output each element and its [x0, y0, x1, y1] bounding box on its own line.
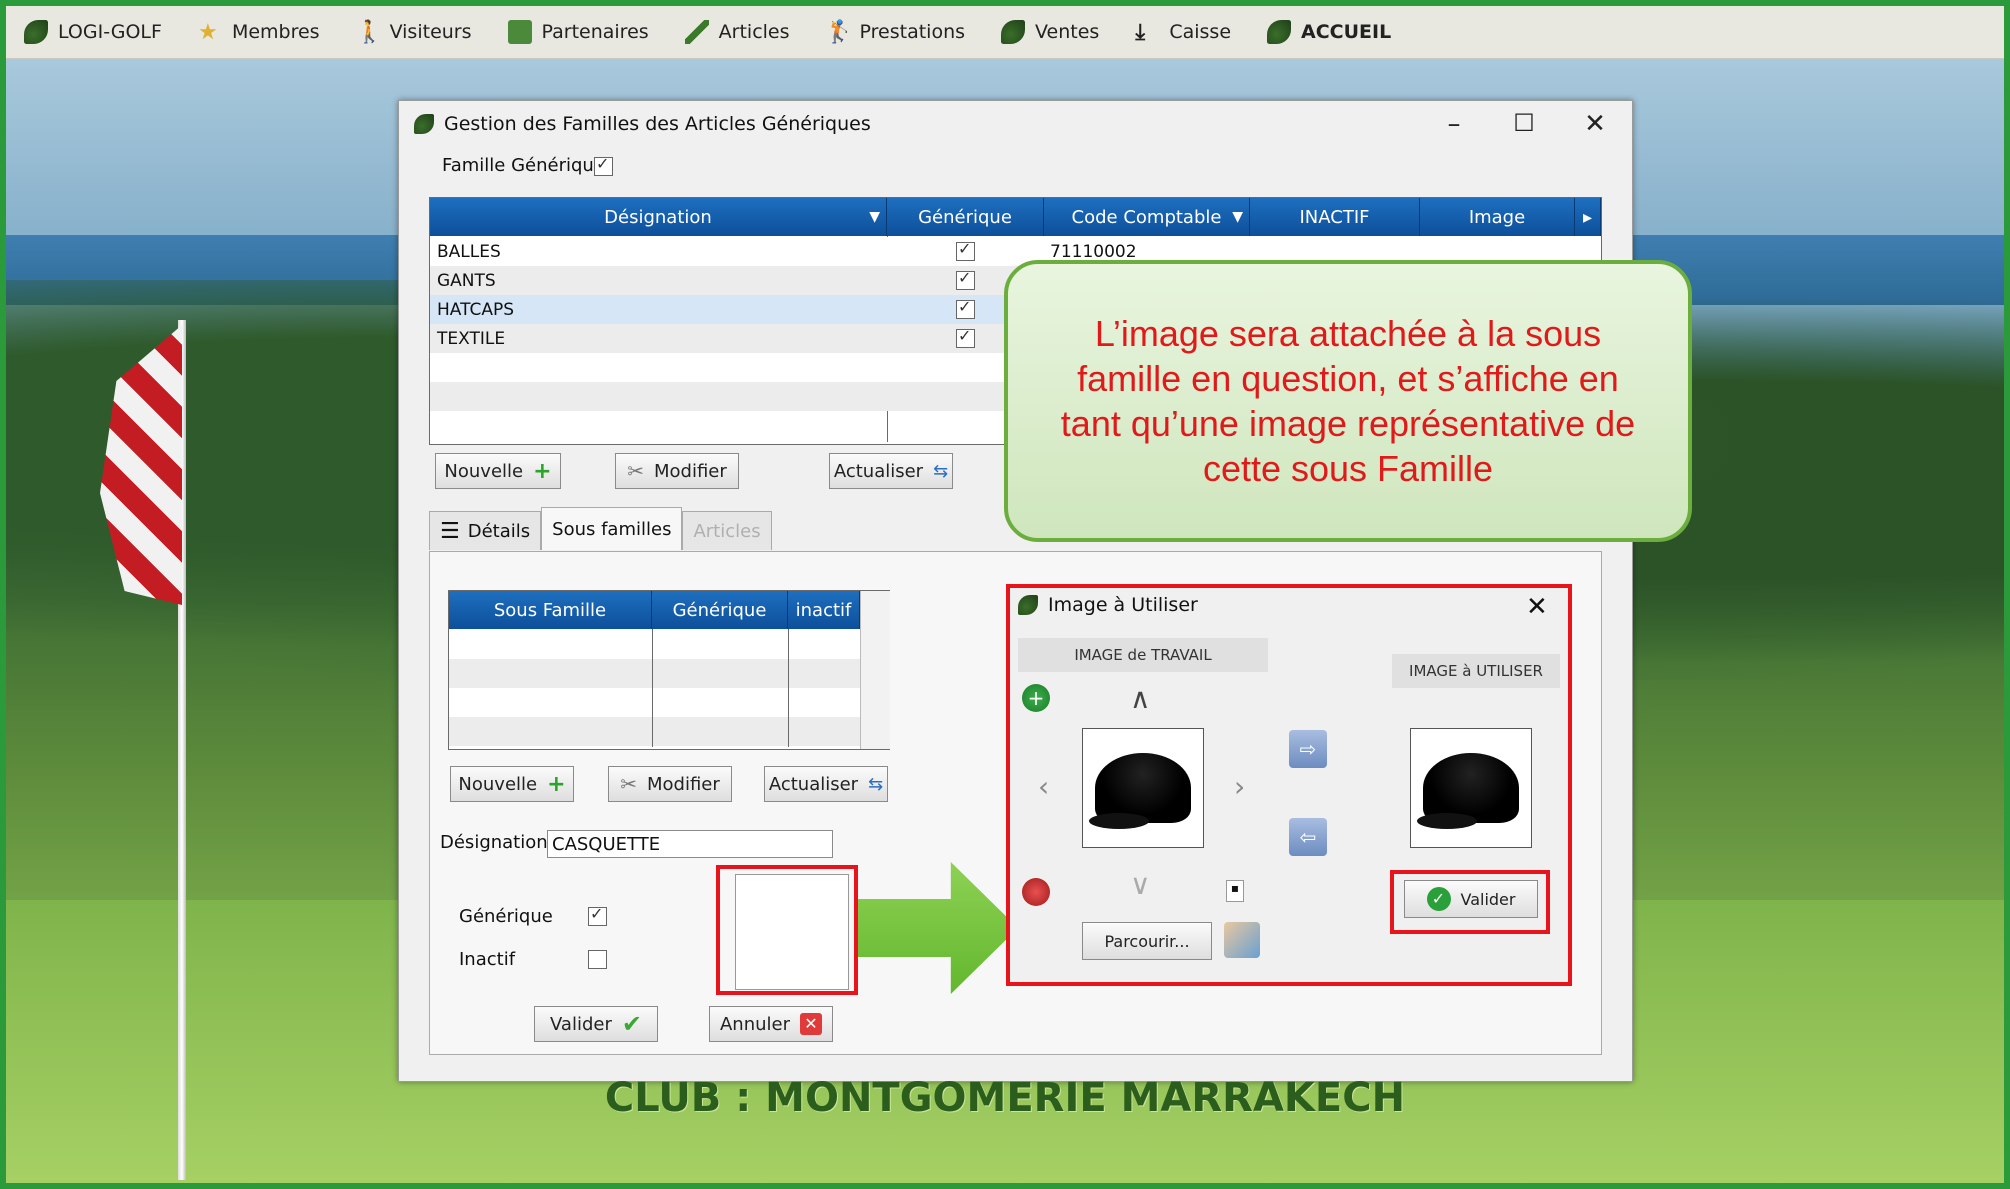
outer-frame [0, 0, 2010, 1189]
